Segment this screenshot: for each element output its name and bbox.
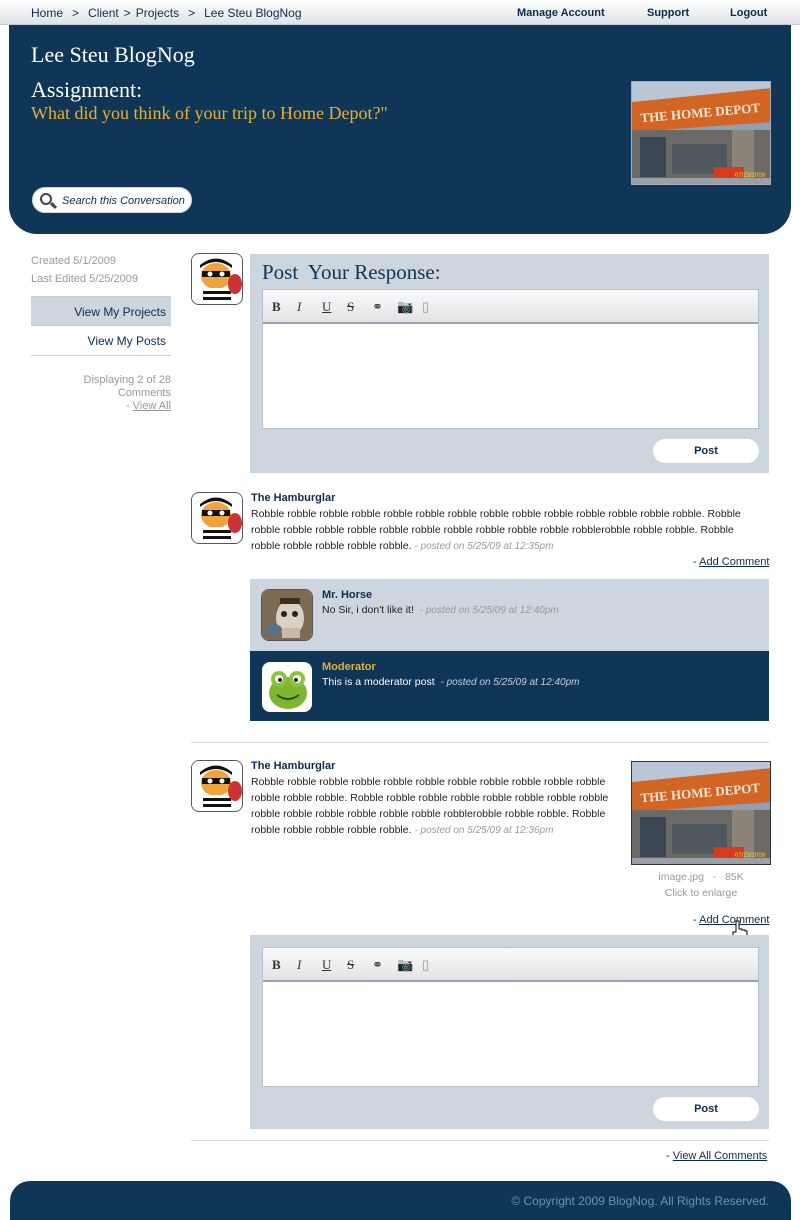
attachment-info: image.jpg - 85K Click to enlarge [631, 869, 771, 901]
comment-count-text: Displaying 2 of 28 Comments [83, 374, 171, 399]
moderator-text: This is a moderator post [322, 676, 435, 688]
post-body: Robble robble robble robble robble robbl… [251, 506, 763, 555]
editor-toolbar: B I U S ⚭ 📷 ▯ [263, 948, 758, 982]
manage-account-link[interactable]: Manage Account [517, 7, 605, 19]
bold-button[interactable]: B [272, 957, 297, 973]
view-all-comments-link[interactable]: View All Comments [673, 1150, 768, 1162]
comment-moderator: Moderator This is a moderator post - pos… [250, 651, 769, 721]
comment-text: No Sir, i don't like it! [322, 604, 414, 616]
underline-button[interactable]: U [322, 957, 347, 973]
post-divider [191, 742, 769, 743]
comment-mr-horse: Mr. Horse No Sir, i don't like it! - pos… [250, 579, 769, 651]
post-response-title: Post Your Response: [262, 260, 441, 284]
add-comment-1: - Add Comment [693, 556, 769, 568]
click-to-enlarge[interactable]: Click to enlarge [631, 885, 771, 901]
post-avatar-hamburglar [191, 492, 243, 544]
photo-date-stamp: 07/23/2009 [735, 853, 766, 859]
post-timestamp: - posted on 5/25/09 at 12:36pm [414, 825, 554, 836]
created-date: Created 5/1/2009 [31, 255, 117, 267]
assignment-header: Lee Steu BlogNog Assignment: What did yo… [9, 25, 791, 234]
reply-panel: B I U S ⚭ 📷 ▯ Post [250, 935, 769, 1129]
post-1: The Hamburglar Robble robble robble robb… [251, 492, 763, 555]
strikethrough-button[interactable]: S [347, 957, 372, 973]
post-2: The Hamburglar Robble robble robble robb… [251, 760, 621, 839]
photo-date-stamp: 07/23/2009 [735, 173, 766, 179]
moderator-avatar [262, 662, 312, 712]
view-my-posts-button[interactable]: View My Posts [31, 326, 171, 356]
italic-button[interactable]: I [297, 299, 322, 315]
attachment-filename: image.jpg [658, 871, 704, 883]
breadcrumb-home[interactable]: Home [31, 6, 63, 20]
assignment-label: Assignment: [31, 77, 143, 102]
user-avatar-hamburglar [191, 253, 243, 305]
attachment-separator: - [712, 871, 717, 883]
reply-editor: B I U S ⚭ 📷 ▯ [262, 947, 759, 1087]
editor-toolbar: B I U S ⚭ 📷 ▯ [263, 290, 758, 324]
breadcrumb: Home > Client > Projects > Lee Steu BlogNog [31, 6, 302, 20]
assignment-question: What did you think of your trip to Home … [31, 103, 388, 123]
hamburglar-avatar-icon [192, 254, 242, 304]
view-all-comments-prefix: - [666, 1150, 673, 1162]
view-all-link[interactable]: View All [133, 400, 171, 412]
comments-divider [191, 1140, 769, 1141]
post-response-panel: Post Your Response: B I U S ⚭ 📷 ▯ Post [250, 254, 769, 473]
assignment-photo[interactable]: THE HOME DEPOT 07/23/2009 [631, 81, 771, 185]
strikethrough-button[interactable]: S [347, 299, 372, 315]
breadcrumb-separator: > [123, 6, 131, 20]
copyright-text: © Copyright 2009 BlogNog. All Rights Res… [511, 1194, 769, 1208]
breadcrumb-current: Lee Steu BlogNog [204, 6, 302, 20]
footer: © Copyright 2009 BlogNog. All Rights Res… [10, 1181, 791, 1220]
document-icon[interactable]: ▯ [422, 299, 447, 315]
link-icon[interactable]: ⚭ [372, 957, 397, 973]
comment-count: Displaying 2 of 28 Comments - View All [31, 374, 171, 413]
response-editor: B I U S ⚭ 📷 ▯ [262, 289, 759, 429]
breadcrumb-separator: > [72, 6, 80, 20]
reply-text-area[interactable] [263, 982, 758, 1086]
attachment-thumbnail[interactable]: THE HOME DEPOT 07/23/2009 [631, 761, 771, 865]
post-reply-button[interactable]: Post [653, 1097, 759, 1121]
comment-timestamp: - posted on 5/25/09 at 12:40pm [419, 605, 559, 616]
search-button-label: Search this Conversation [62, 195, 185, 207]
view-my-projects-button[interactable]: View My Projects [31, 296, 171, 326]
breadcrumb-separator: > [188, 6, 196, 20]
comment-body: No Sir, i don't like it! - posted on 5/2… [322, 602, 559, 619]
search-icon [40, 193, 52, 205]
post-response-button[interactable]: Post [653, 439, 759, 463]
top-navigation-bar: Home > Client > Projects > Lee Steu BlogNog Ma… [0, 0, 800, 25]
post-timestamp: - posted on 5/25/09 at 12:35pm [414, 541, 554, 552]
search-conversation-button[interactable]: Search this Conversation [32, 187, 192, 213]
view-all-prefix: - [125, 400, 133, 412]
last-edited-date: Last Edited 5/25/2009 [31, 273, 139, 285]
post-author: The Hamburglar [251, 492, 336, 504]
breadcrumb-projects[interactable]: Projects [136, 6, 179, 20]
blog-title: Lee Steu BlogNog [31, 42, 195, 67]
moderator-body: This is a moderator post - posted on 5/2… [322, 674, 579, 691]
post-avatar-hamburglar [191, 760, 243, 812]
add-comment-link[interactable]: Add Comment [699, 556, 769, 568]
mr-horse-avatar [261, 589, 313, 641]
horse-avatar-icon [262, 590, 312, 640]
breadcrumb-client[interactable]: Client [88, 6, 119, 20]
view-all-comments: - View All Comments [666, 1150, 767, 1162]
document-icon[interactable]: ▯ [422, 957, 447, 973]
italic-button[interactable]: I [297, 957, 322, 973]
image-icon[interactable]: 📷 [397, 957, 422, 973]
post-author: The Hamburglar [251, 760, 336, 772]
moderator-author: Moderator [322, 661, 376, 673]
frog-avatar-icon [263, 663, 311, 711]
link-icon[interactable]: ⚭ [372, 299, 397, 315]
underline-button[interactable]: U [322, 299, 347, 315]
hamburglar-avatar-icon [192, 493, 242, 543]
bold-button[interactable]: B [272, 299, 297, 315]
logout-link[interactable]: Logout [730, 7, 767, 19]
image-icon[interactable]: 📷 [397, 299, 422, 315]
sidebar: Created 5/1/2009 Last Edited 5/25/2009 V… [31, 252, 171, 413]
attachment-size: 85K [724, 871, 744, 883]
support-link[interactable]: Support [647, 7, 689, 19]
moderator-timestamp: - posted on 5/25/09 at 12:40pm [440, 677, 580, 688]
response-text-area[interactable] [263, 324, 758, 428]
comment-author: Mr. Horse [322, 589, 373, 601]
post-body: Robble robble robble robble robble robbl… [251, 774, 621, 839]
hamburglar-avatar-icon [192, 761, 242, 811]
